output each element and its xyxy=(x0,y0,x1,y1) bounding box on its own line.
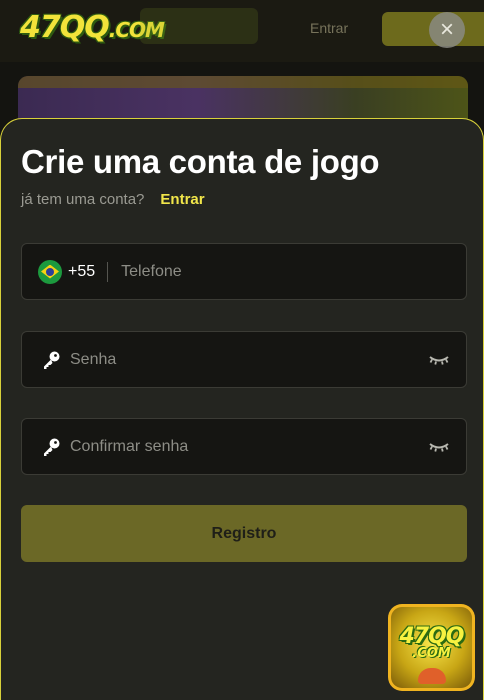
field-divider xyxy=(107,261,109,282)
page-title: Crie uma conta de jogo xyxy=(21,143,380,180)
phone-input[interactable]: Telefone xyxy=(121,263,182,281)
close-icon[interactable]: × xyxy=(429,12,465,48)
mascot-icon xyxy=(418,668,446,684)
key-icon xyxy=(44,351,60,369)
eye-closed-icon[interactable] xyxy=(428,351,450,369)
app-badge-suffix: .COM xyxy=(412,646,451,661)
country-code[interactable]: +55 xyxy=(68,263,95,281)
brazil-flag-icon xyxy=(38,259,62,284)
header-login-link: Entrar xyxy=(310,20,349,36)
eye-closed-icon[interactable] xyxy=(428,438,450,456)
phone-field[interactable]: +55 Telefone xyxy=(21,243,467,300)
app-download-badge[interactable]: 47QQ .COM xyxy=(388,604,475,691)
login-link[interactable]: Entrar xyxy=(160,191,204,208)
password-input[interactable]: Senha xyxy=(70,351,116,369)
confirm-password-input[interactable]: Confirmar senha xyxy=(70,438,188,456)
confirm-password-field[interactable]: Confirmar senha xyxy=(21,418,467,475)
login-prompt: já tem uma conta? Entrar xyxy=(21,191,205,208)
register-button[interactable]: Registro xyxy=(21,505,467,562)
login-prompt-text: já tem uma conta? xyxy=(21,191,145,208)
app-badge-logo: 47QQ .COM xyxy=(391,607,472,688)
key-icon xyxy=(44,438,60,456)
background-logo-ghost xyxy=(140,8,258,44)
password-field[interactable]: Senha xyxy=(21,331,467,388)
